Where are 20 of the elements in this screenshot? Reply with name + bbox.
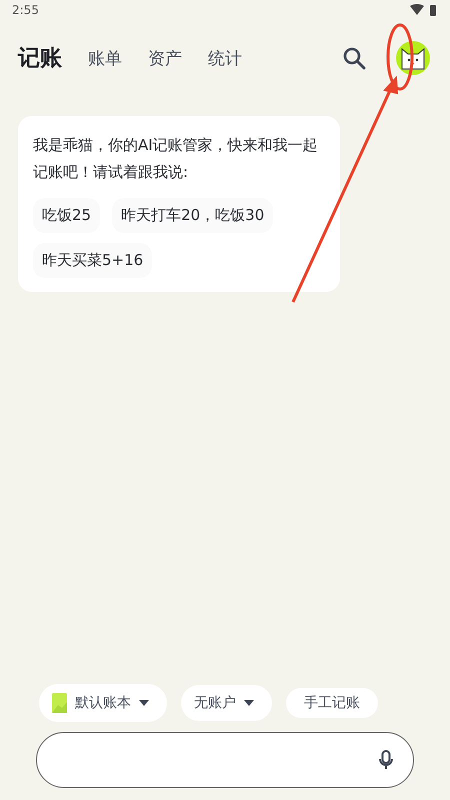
suggestion-chip[interactable]: 昨天打车20，吃饭30: [112, 198, 274, 233]
microphone-icon[interactable]: [379, 750, 393, 770]
nav-tab[interactable]: 资产: [148, 46, 182, 70]
book-icon: [52, 693, 67, 713]
caret-icon: [244, 700, 254, 706]
nav-tab[interactable]: 记账: [18, 43, 62, 73]
caret-icon: [139, 700, 149, 706]
message-text: 我是乖猫，你的AI记账管家，快来和我一起记账吧！请试着跟我说:: [33, 135, 319, 183]
search-icon[interactable]: [342, 46, 366, 70]
account-dropdown[interactable]: 无账户: [181, 685, 272, 721]
suggestion-chip[interactable]: 吃饭25: [33, 198, 100, 233]
status-time: 2:55: [12, 3, 39, 17]
status-icons: [410, 4, 438, 16]
suggestion-chip[interactable]: 昨天买菜5+16: [33, 243, 152, 278]
ledger-dropdown[interactable]: 默认账本: [39, 684, 167, 722]
manual-entry-button[interactable]: 手工记账: [286, 688, 378, 718]
nav-tab[interactable]: 统计: [208, 46, 242, 70]
cat-avatar[interactable]: [396, 41, 430, 75]
nav-tab[interactable]: 账单: [88, 46, 122, 70]
annotation-ellipse: [386, 24, 414, 90]
